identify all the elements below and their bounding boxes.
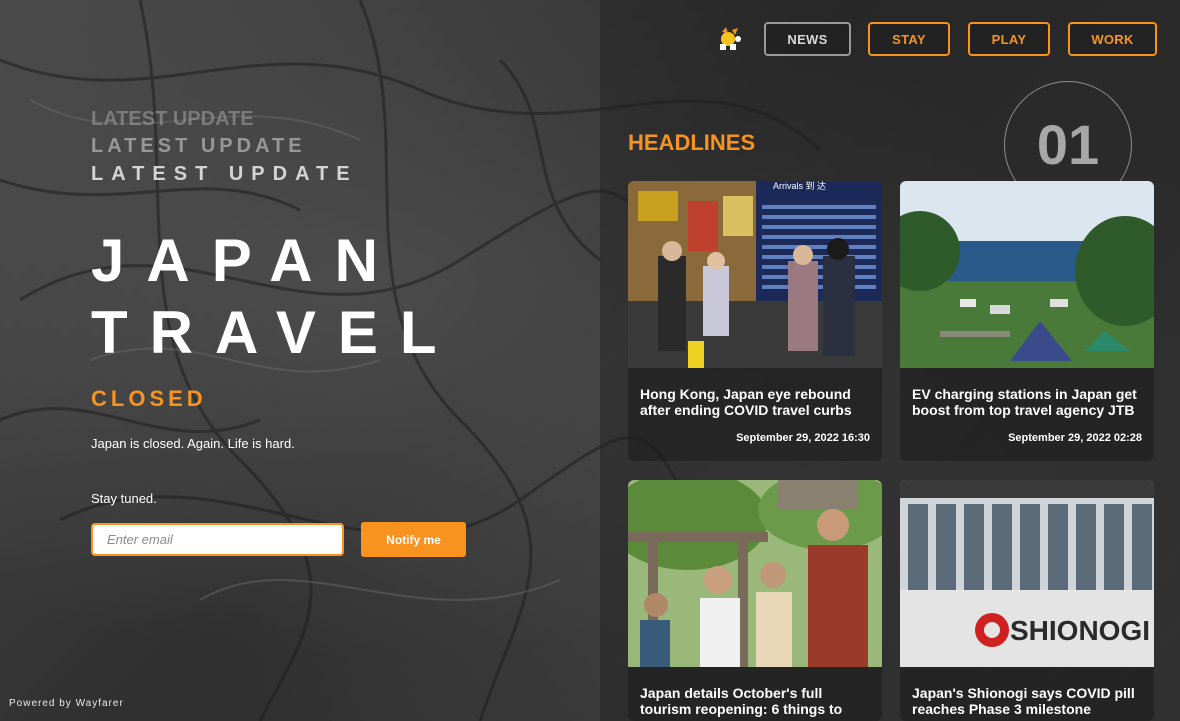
news-card-tourism-reopening[interactable]: Japan details October's full tourism reo… xyxy=(628,480,882,721)
news-photo-shionogi-building: SHIONOGI xyxy=(900,480,1154,667)
slide-counter: 01 xyxy=(1036,113,1100,176)
nav-news-button[interactable]: NEWS xyxy=(764,22,851,56)
latest-update-kicker-1: LATEST UPDATE xyxy=(91,108,254,130)
news-card-title: Japan's Shionogi says COVID pill reaches… xyxy=(912,685,1135,717)
nav-work-button[interactable]: WORK xyxy=(1068,22,1157,56)
news-photo-campsite xyxy=(900,181,1154,368)
hero-title-line2: TRAVEL xyxy=(91,299,459,366)
news-card-title: Hong Kong, Japan eye rebound after endin… xyxy=(640,386,852,418)
latest-update-kicker-3: LATEST UPDATE xyxy=(91,163,358,185)
email-input[interactable] xyxy=(91,523,344,556)
news-card-shionogi[interactable]: SHIONOGI Japan's Shionogi says COVID pil… xyxy=(900,480,1154,721)
site-logo-icon[interactable] xyxy=(716,26,744,52)
shionogi-sign: SHIONOGI xyxy=(1010,615,1150,646)
news-card-hong-kong[interactable]: Arrivals 到 达 Hong Kong, Japan eye reboun… xyxy=(628,181,882,461)
news-card-date: September 29, 2022 02:28 xyxy=(1008,432,1142,444)
news-card-date: September 29, 2022 16:30 xyxy=(736,432,870,444)
news-card-ev-charging[interactable]: EV charging stations in Japan get boost … xyxy=(900,181,1154,461)
news-card-title: Japan details October's full tourism reo… xyxy=(640,685,843,717)
stay-tuned-text: Stay tuned. xyxy=(91,491,157,506)
status-label: CLOSED xyxy=(91,386,207,411)
powered-by-footer: Powered by Wayfarer xyxy=(9,698,124,709)
status-message: Japan is closed. Again. Life is hard. xyxy=(91,436,295,451)
hero-title-line1: JAPAN xyxy=(91,227,400,294)
news-card-title: EV charging stations in Japan get boost … xyxy=(912,386,1137,418)
airport-arrivals-sign: Arrivals 到 达 xyxy=(773,181,826,191)
nav-play-button[interactable]: PLAY xyxy=(968,22,1050,56)
news-photo-shrine-tourists xyxy=(628,480,882,667)
latest-update-kicker-2: LATEST UPDATE xyxy=(91,135,306,157)
news-photo-airport: Arrivals 到 达 xyxy=(628,181,882,368)
headlines-heading: HEADLINES xyxy=(628,130,756,155)
nav-stay-button[interactable]: STAY xyxy=(868,22,950,56)
notify-me-button[interactable]: Notify me xyxy=(361,522,466,557)
